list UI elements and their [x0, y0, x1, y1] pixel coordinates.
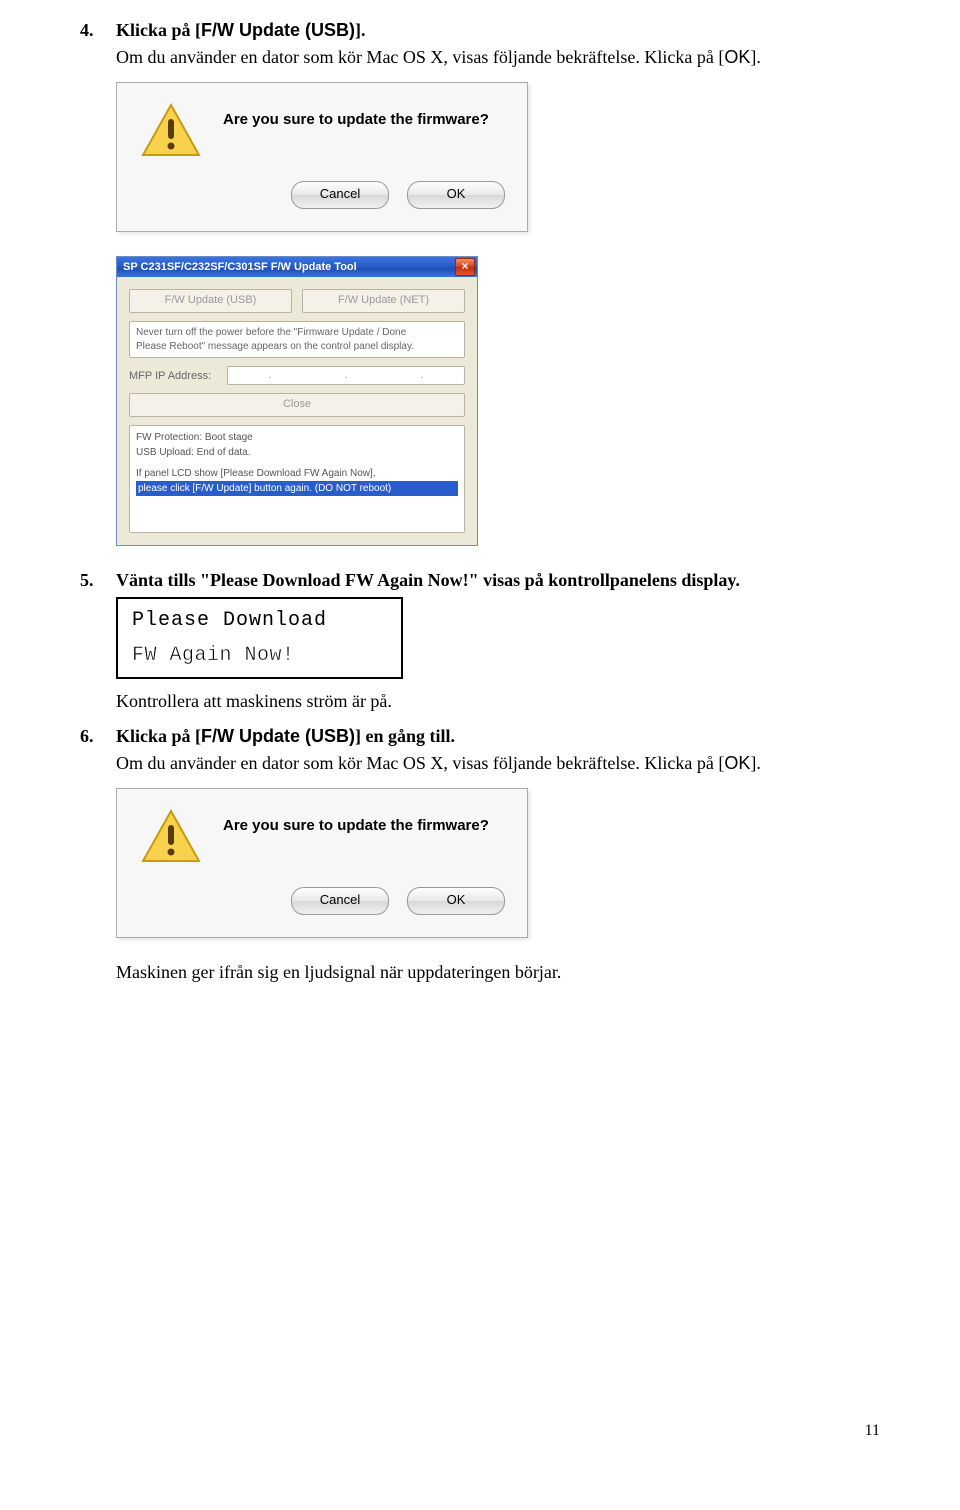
text-sans: OK [724, 753, 750, 773]
log-line: FW Protection: Boot stage [136, 430, 458, 445]
cancel-button[interactable]: Cancel [291, 887, 389, 915]
text: Klicka på [ [116, 726, 201, 746]
warning-line-1: Never turn off the power before the "Fir… [136, 326, 458, 340]
step-4: 4. Klicka på [F/W Update (USB)]. [80, 20, 880, 41]
text: Om du använder en dator som kör Mac OS X… [116, 47, 724, 67]
cancel-button[interactable]: Cancel [291, 181, 389, 209]
text: Klicka på [ [116, 20, 201, 40]
fw-update-usb-button[interactable]: F/W Update (USB) [129, 289, 292, 313]
step-5-title: Vänta tills "Please Download FW Again No… [116, 570, 880, 591]
close-button[interactable]: Close [129, 393, 465, 417]
step-6-sub: Om du använder en dator som kör Mac OS X… [116, 753, 880, 774]
log-line: If panel LCD show [Please Download FW Ag… [136, 466, 458, 481]
step-4-num: 4. [80, 20, 116, 41]
mac-dialog-text: Are you sure to update the firmware? [223, 103, 505, 128]
window-title: SP C231SF/C232SF/C301SF F/W Update Tool [123, 261, 455, 273]
lcd-line-2: FW Again Now! [132, 644, 387, 667]
text: ]. [750, 47, 761, 67]
mac-dialog-1: Are you sure to update the firmware? Can… [116, 82, 528, 232]
ip-input[interactable]: . . . [227, 366, 465, 385]
mac-dialog-buttons: Cancel OK [117, 887, 527, 937]
lcd-display: Please Download FW Again Now! [116, 597, 403, 679]
log-line-highlight: please click [F/W Update] button again. … [136, 481, 458, 496]
log-box: FW Protection: Boot stage USB Upload: En… [129, 425, 465, 533]
step-6: 6. Klicka på [F/W Update (USB)] en gång … [80, 726, 880, 747]
close-icon[interactable]: × [455, 258, 475, 276]
page-number: 11 [865, 1422, 880, 1440]
alert-icon [141, 809, 201, 865]
step-5-sub: Kontrollera att maskinens ström är på. [116, 691, 880, 712]
mac-dialog-inner: Are you sure to update the firmware? [117, 83, 527, 181]
step-6-body: Klicka på [F/W Update (USB)] en gång til… [116, 726, 880, 747]
window-titlebar: SP C231SF/C232SF/C301SF F/W Update Tool … [117, 257, 477, 277]
text: ] en gång till. [355, 726, 455, 746]
text-sans: OK [724, 47, 750, 67]
lcd-line-1: Please Download [132, 609, 387, 632]
step-4-sub: Om du använder en dator som kör Mac OS X… [116, 47, 880, 68]
step-4-title: Klicka på [F/W Update (USB)]. [116, 20, 366, 40]
step-6-title: Klicka på [F/W Update (USB)] en gång til… [116, 726, 455, 746]
step-5: 5. Vänta tills "Please Download FW Again… [80, 570, 880, 591]
step-4-body: Klicka på [F/W Update (USB)]. [116, 20, 880, 41]
mac-dialog-2: Are you sure to update the firmware? Can… [116, 788, 528, 938]
log-line: USB Upload: End of data. [136, 445, 458, 460]
after-step-6: Maskinen ger ifrån sig en ljudsignal när… [116, 962, 880, 983]
text-bold: F/W Update (USB) [201, 726, 355, 746]
ok-button[interactable]: OK [407, 181, 505, 209]
text: Om du använder en dator som kör Mac OS X… [116, 753, 724, 773]
text: ]. [750, 753, 761, 773]
ip-label: MFP IP Address: [129, 370, 219, 382]
update-buttons-row: F/W Update (USB) F/W Update (NET) [129, 289, 465, 313]
fw-update-tool-window: SP C231SF/C232SF/C301SF F/W Update Tool … [116, 256, 478, 546]
window-body: F/W Update (USB) F/W Update (NET) Never … [117, 277, 477, 545]
mac-dialog-text: Are you sure to update the firmware? [223, 809, 505, 834]
ip-row: MFP IP Address: . . . [129, 366, 465, 385]
ip-dot: . [345, 370, 348, 381]
ip-dot: . [421, 370, 424, 381]
mac-dialog-buttons: Cancel OK [117, 181, 527, 231]
step-6-num: 6. [80, 726, 116, 747]
text: ]. [355, 20, 366, 40]
mac-dialog-inner: Are you sure to update the firmware? [117, 789, 527, 887]
fw-update-net-button[interactable]: F/W Update (NET) [302, 289, 465, 313]
alert-icon [141, 103, 201, 159]
warning-line-2: Please Reboot" message appears on the co… [136, 340, 458, 354]
text-bold: F/W Update (USB) [201, 20, 355, 40]
step-5-num: 5. [80, 570, 116, 591]
ip-dot: . [269, 370, 272, 381]
ok-button[interactable]: OK [407, 887, 505, 915]
warning-box: Never turn off the power before the "Fir… [129, 321, 465, 358]
